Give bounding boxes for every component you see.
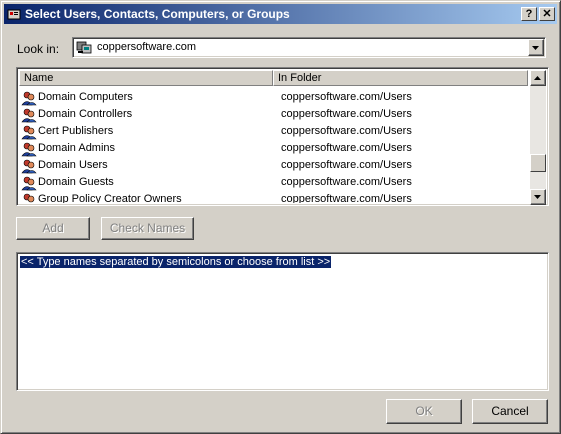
results-list[interactable]: Name In Folder Domain Computers copperso… xyxy=(16,67,549,206)
cancel-button-label: Cancel xyxy=(491,404,529,418)
row-folder: coppersoftware.com/Users xyxy=(281,159,412,171)
look-in-dropdown-button[interactable] xyxy=(528,39,544,56)
look-in-label: Look in: xyxy=(17,42,60,56)
group-icon xyxy=(21,108,37,123)
row-folder: coppersoftware.com/Users xyxy=(281,125,412,137)
chevron-down-icon xyxy=(532,46,539,50)
row-name: Domain Admins xyxy=(38,142,116,154)
list-item[interactable]: Group Policy Creator Owners coppersoftwa… xyxy=(19,191,529,203)
list-item[interactable]: Cert Publishers coppersoftware.com/Users xyxy=(19,123,529,140)
chevron-down-icon xyxy=(534,195,541,199)
group-icon xyxy=(23,193,35,203)
row-name: Domain Controllers xyxy=(38,108,133,120)
check-names-button[interactable]: Check Names xyxy=(101,217,194,240)
names-hint-text: << Type names separated by semicolons or… xyxy=(20,256,332,268)
group-icon xyxy=(21,91,37,106)
title-bar[interactable]: Select Users, Contacts, Computers, or Gr… xyxy=(4,4,557,24)
row-name: Cert Publishers xyxy=(38,125,114,137)
window-title: Select Users, Contacts, Computers, or Gr… xyxy=(25,7,290,21)
add-button-label: Add xyxy=(42,221,64,235)
ok-button[interactable]: OK xyxy=(386,399,462,424)
row-folder: coppersoftware.com/Users xyxy=(281,108,412,120)
scroll-up-button[interactable] xyxy=(530,70,546,86)
add-button[interactable]: Add xyxy=(16,217,90,240)
domain-icon xyxy=(76,41,92,54)
help-button[interactable]: ? xyxy=(521,7,537,21)
row-name: Group Policy Creator Owners xyxy=(38,193,182,203)
check-names-button-label: Check Names xyxy=(109,221,186,235)
list-item[interactable]: Domain Computers coppersoftware.com/User… xyxy=(19,89,529,106)
column-header-folder-label: In Folder xyxy=(278,72,322,84)
row-name: Domain Computers xyxy=(38,91,133,103)
column-header-name-label: Name xyxy=(24,72,54,84)
group-icon xyxy=(21,125,37,140)
vertical-scrollbar[interactable] xyxy=(530,70,546,205)
chevron-up-icon xyxy=(534,76,541,80)
cancel-button[interactable]: Cancel xyxy=(472,399,548,424)
scroll-down-button[interactable] xyxy=(530,189,546,205)
dialog-icon xyxy=(7,9,21,20)
row-folder: coppersoftware.com/Users xyxy=(281,142,412,154)
scroll-thumb[interactable] xyxy=(530,154,546,172)
group-icon xyxy=(21,176,37,191)
help-label: ? xyxy=(525,8,533,20)
list-item[interactable]: Domain Users coppersoftware.com/Users xyxy=(19,157,529,174)
list-item[interactable]: Domain Guests coppersoftware.com/Users xyxy=(19,174,529,191)
look-in-value: coppersoftware.com xyxy=(97,41,197,53)
row-folder: coppersoftware.com/Users xyxy=(281,176,412,188)
row-name: Domain Guests xyxy=(38,176,114,188)
names-input[interactable]: << Type names separated by semicolons or… xyxy=(16,252,549,391)
column-header-folder[interactable]: In Folder xyxy=(273,70,528,86)
close-button[interactable]: ✕ xyxy=(539,7,555,21)
column-header-name[interactable]: Name xyxy=(19,70,273,86)
row-folder: coppersoftware.com/Users xyxy=(281,91,412,103)
list-item[interactable]: Domain Controllers coppersoftware.com/Us… xyxy=(19,106,529,123)
group-icon xyxy=(21,142,37,157)
close-label: ✕ xyxy=(542,8,552,20)
row-name: Domain Users xyxy=(38,159,108,171)
ok-button-label: OK xyxy=(415,404,433,418)
look-in-dropdown[interactable]: coppersoftware.com xyxy=(72,37,546,58)
row-folder: coppersoftware.com/Users xyxy=(281,193,412,203)
select-users-dialog: Select Users, Contacts, Computers, or Gr… xyxy=(0,0,561,434)
list-item[interactable]: Domain Admins coppersoftware.com/Users xyxy=(19,140,529,157)
group-icon xyxy=(21,159,37,174)
